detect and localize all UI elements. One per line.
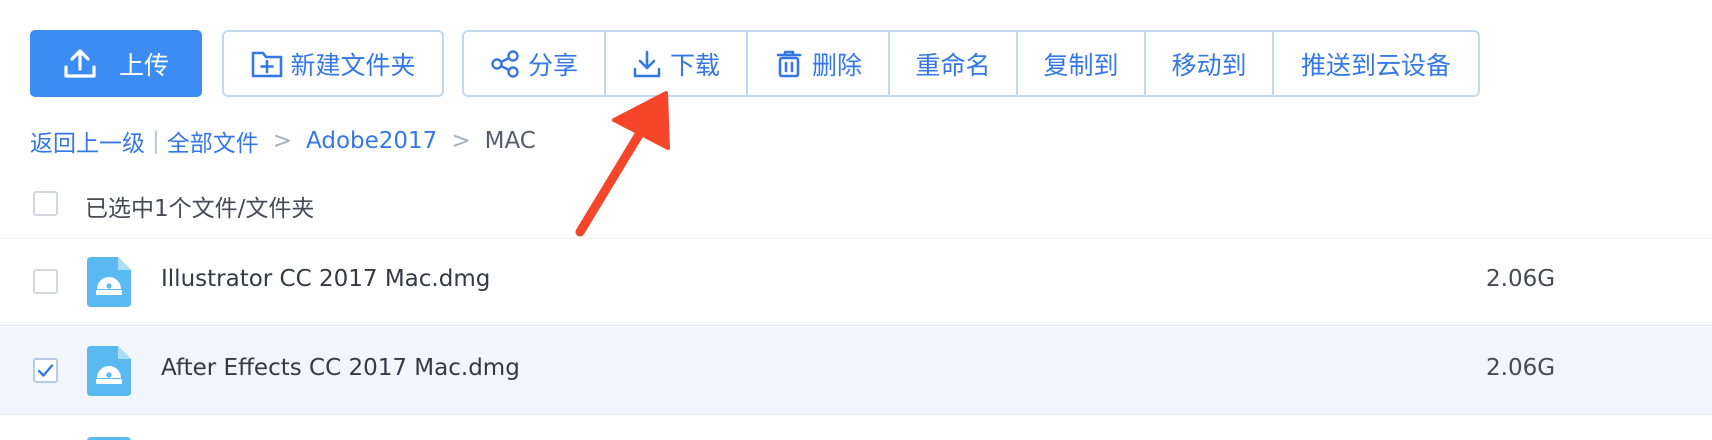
- select-all-checkbox[interactable]: [33, 191, 58, 216]
- back-link[interactable]: 返回上一级: [30, 124, 145, 158]
- new-folder-button[interactable]: 新建文件夹: [222, 30, 444, 97]
- breadcrumb-all-files[interactable]: 全部文件: [167, 124, 259, 158]
- download-label: 下载: [669, 50, 720, 80]
- move-to-label: 移动到: [1171, 50, 1247, 80]
- breadcrumb-current: MAC: [484, 128, 536, 154]
- share-label: 分享: [527, 50, 578, 80]
- new-folder-label: 新建文件夹: [290, 50, 416, 80]
- selection-header: 已选中1个文件/文件夹: [0, 176, 1712, 239]
- checkmark-icon: [37, 364, 54, 377]
- copy-to-button[interactable]: 复制到: [1018, 32, 1146, 95]
- file-name[interactable]: Illustrator CC 2017 Mac.dmg: [161, 266, 490, 292]
- breadcrumb-arrow: >: [272, 128, 293, 154]
- selection-count-label: 已选中1个文件/文件夹: [85, 196, 315, 222]
- push-to-cloud-device-label: 推送到云设备: [1300, 50, 1451, 80]
- breadcrumb-divider: |: [152, 128, 160, 154]
- new-folder-icon: [252, 51, 283, 77]
- trash-icon: [776, 50, 802, 77]
- share-icon: [491, 49, 519, 78]
- download-button[interactable]: 下载: [606, 32, 748, 95]
- delete-button[interactable]: 删除: [748, 32, 890, 95]
- disk-image-file-icon: [87, 346, 131, 396]
- upload-button[interactable]: 上传: [30, 30, 202, 97]
- file-row[interactable]: Illustrator CC 2017 Mac.dmg 2.06G: [0, 238, 1712, 326]
- move-to-button[interactable]: 移动到: [1146, 32, 1274, 95]
- file-manager-page: 上传 新建文件夹 分享 下载 删除 重命名 复制到 移动到 推送到云设备 返回上…: [0, 0, 1712, 440]
- file-row-selected[interactable]: After Effects CC 2017 Mac.dmg 2.06G: [0, 327, 1712, 415]
- upload-icon: [64, 48, 96, 78]
- download-icon: [633, 50, 661, 77]
- share-button[interactable]: 分享: [464, 32, 606, 95]
- rename-button[interactable]: 重命名: [890, 32, 1018, 95]
- breadcrumb-arrow: >: [451, 128, 471, 154]
- disk-image-file-icon: [87, 257, 131, 307]
- push-to-cloud-device-button[interactable]: 推送到云设备: [1274, 32, 1478, 95]
- copy-to-label: 复制到: [1043, 50, 1119, 80]
- file-size: 2.06G: [1486, 266, 1556, 292]
- annotation-arrow-icon: [575, 91, 670, 237]
- file-row-partial[interactable]: [0, 417, 1712, 440]
- upload-label: 上传: [118, 50, 169, 80]
- file-size: 2.06G: [1486, 355, 1556, 381]
- file-row-checkbox-checked[interactable]: [33, 358, 58, 383]
- rename-label: 重命名: [915, 50, 991, 80]
- breadcrumb: 返回上一级 | 全部文件 > Adobe2017 > MAC: [30, 124, 536, 158]
- file-action-toolbar: 分享 下载 删除 重命名 复制到 移动到 推送到云设备: [462, 30, 1480, 97]
- file-row-checkbox[interactable]: [33, 269, 58, 294]
- file-name[interactable]: After Effects CC 2017 Mac.dmg: [161, 355, 520, 381]
- delete-label: 删除: [811, 50, 862, 80]
- breadcrumb-adobe2017[interactable]: Adobe2017: [306, 128, 437, 154]
